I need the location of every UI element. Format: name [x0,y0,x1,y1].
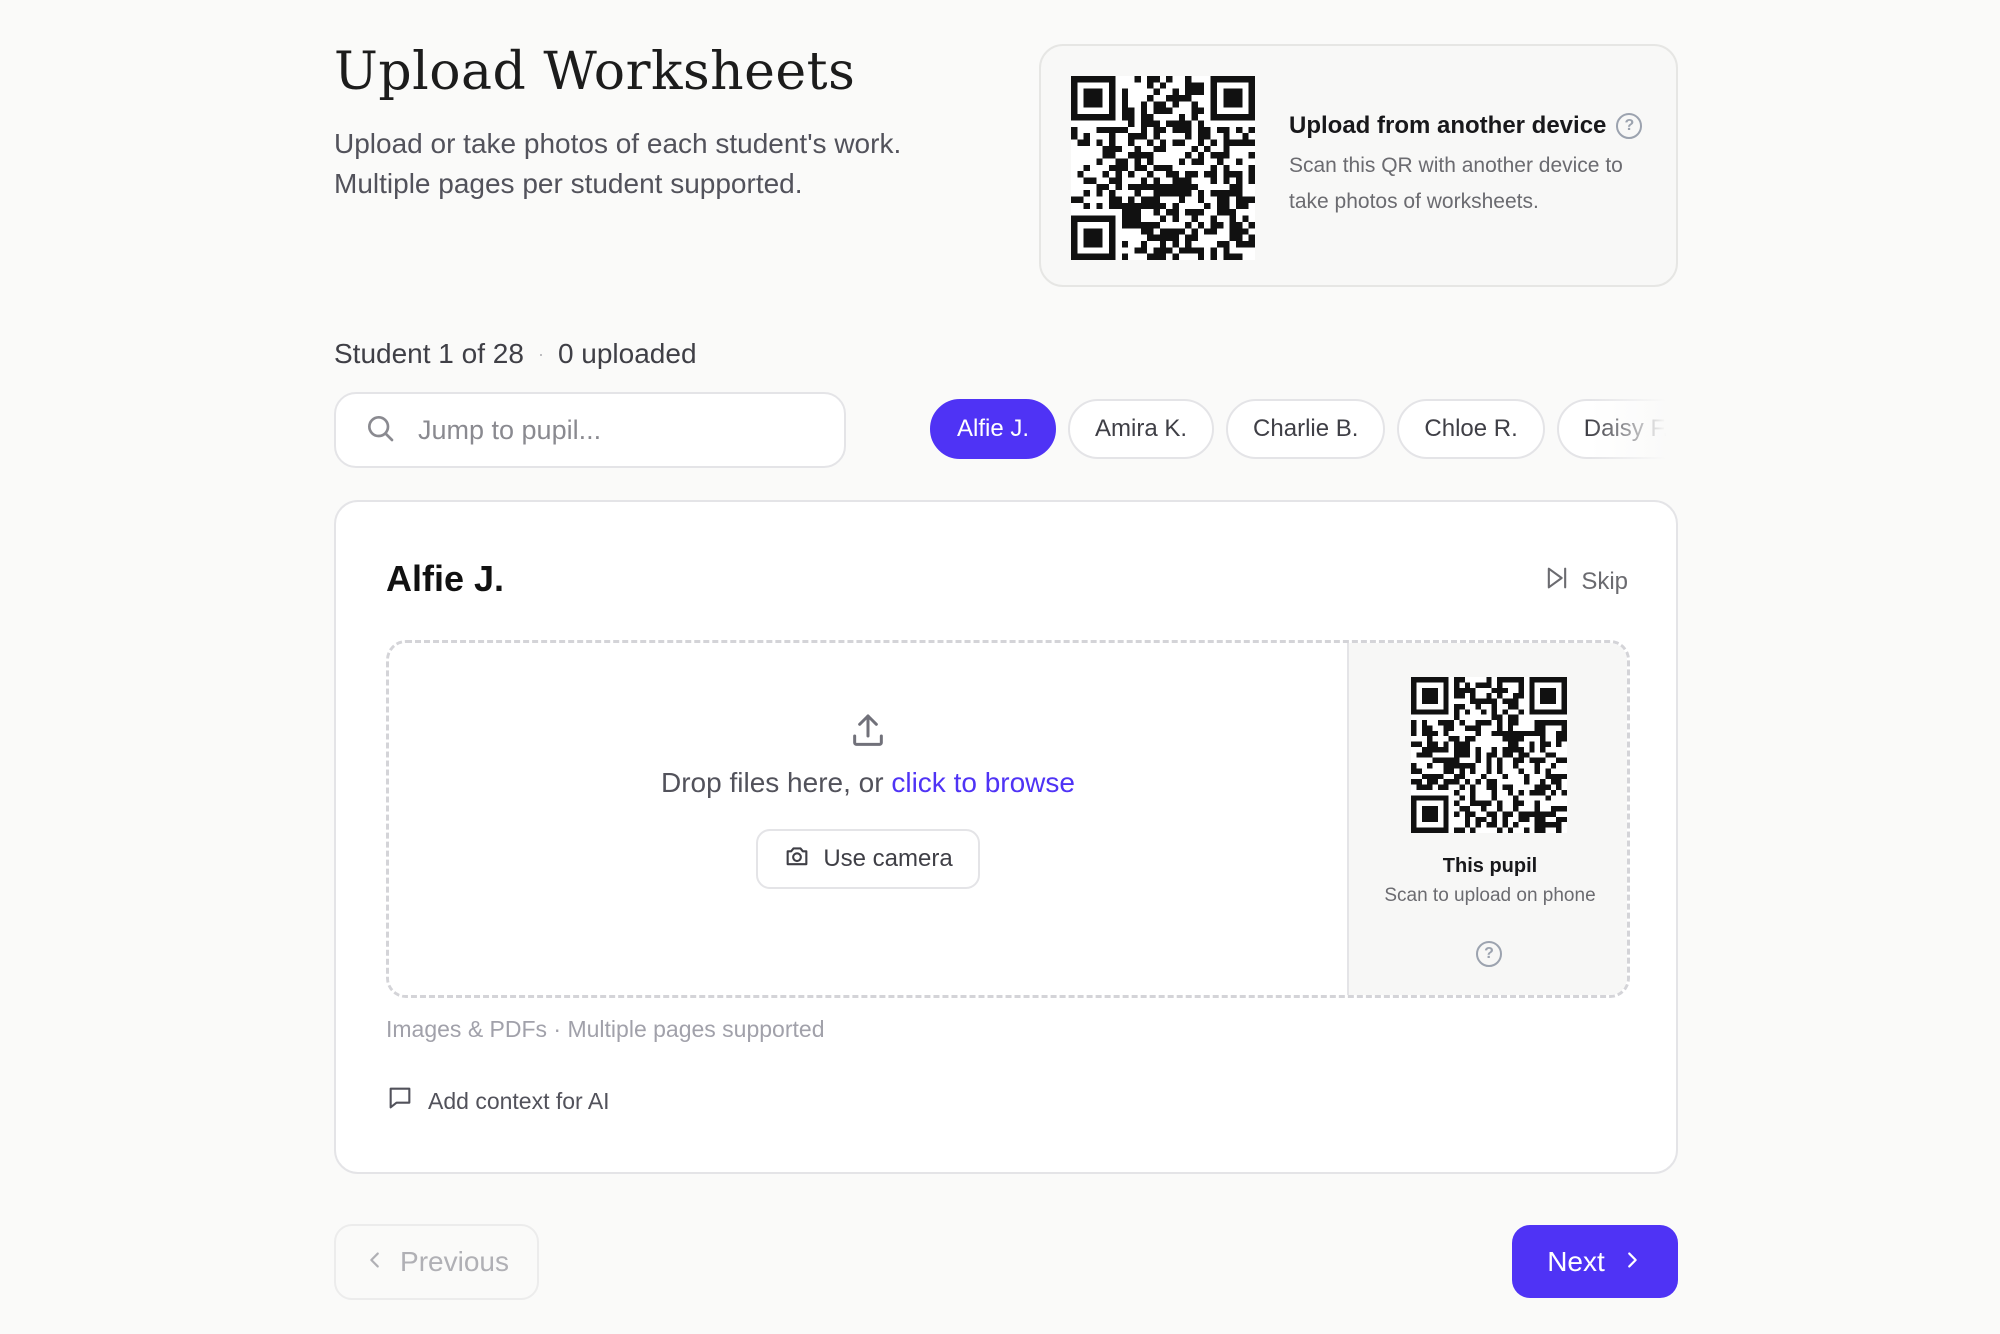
file-type-hint: Images & PDFs · Multiple pages supported [386,1016,825,1042]
student-progress: Student 1 of 28 · 0 uploaded [334,338,697,370]
pupil-chips: Alfie J. Amira K. Charlie B. Chloe R. Da… [930,399,1670,463]
another-device-card: Upload from another device ? Scan this Q… [1039,44,1678,287]
camera-icon [783,842,823,877]
pupil-qr-panel: This pupil Scan to upload on phone ? [1347,643,1627,995]
pupil-chip-daisy[interactable]: Daisy F. [1556,399,1670,459]
add-context-button[interactable]: Add context for AI [386,1084,610,1118]
another-device-text: Upload from another device ? Scan this Q… [1289,112,1659,220]
pupil-name: Alfie J. [386,558,505,599]
another-device-title: Upload from another device [1289,112,1607,139]
qr-code-icon [1071,76,1255,260]
drop-text: Drop files here, or [661,767,892,798]
drop-instructions: Drop files here, or click to browse [389,767,1347,799]
another-device-description: Scan this QR with another device to take… [1289,154,1623,213]
previous-button[interactable]: Previous [334,1224,539,1300]
next-button[interactable]: Next [1512,1225,1678,1298]
upload-worksheets-page: Upload Worksheets Upload or take photos … [0,0,2000,1334]
progress-separator: · [537,343,544,364]
browse-link[interactable]: click to browse [891,767,1075,798]
pupil-chip-charlie[interactable]: Charlie B. [1226,399,1386,459]
search-icon [364,412,396,449]
dropzone-main[interactable]: Drop files here, or click to browse Use … [389,643,1347,995]
use-camera-label: Use camera [823,845,953,872]
file-dropzone[interactable]: Drop files here, or click to browse Use … [386,640,1630,998]
comment-icon [386,1084,428,1118]
use-camera-button[interactable]: Use camera [756,829,980,889]
page-subtitle: Upload or take photos of each student's … [334,128,902,199]
another-device-heading: Upload from another device ? [1289,112,1659,140]
pupil-chip-alfie[interactable]: Alfie J. [930,399,1057,459]
search-input[interactable] [418,414,818,446]
help-icon[interactable]: ? [1476,941,1502,967]
next-label: Next [1547,1245,1605,1277]
chevron-right-icon [1605,1246,1643,1278]
add-context-label: Add context for AI [428,1087,610,1114]
pupil-search[interactable] [334,392,846,468]
page-title: Upload Worksheets [334,42,856,102]
upload-icon [848,711,888,751]
pupil-qr-title: This pupil [1442,855,1538,877]
skip-button[interactable]: Skip [1543,564,1628,599]
pupil-upload-card: Alfie J. Skip Drop files here, or click … [334,500,1678,1174]
skip-label: Skip [1581,567,1628,595]
pupil-qr-description: Scan to upload on phone [1384,885,1596,906]
pupil-chip-amira[interactable]: Amira K. [1068,399,1215,459]
chevron-left-icon [364,1246,400,1278]
student-position: Student 1 of 28 [334,338,524,369]
pupil-chip-chloe[interactable]: Chloe R. [1397,399,1545,459]
help-icon[interactable]: ? [1616,113,1643,139]
uploaded-count: 0 uploaded [557,338,697,369]
previous-label: Previous [400,1246,509,1277]
skip-icon [1543,564,1581,599]
pupil-qr-code-icon [1411,677,1567,833]
